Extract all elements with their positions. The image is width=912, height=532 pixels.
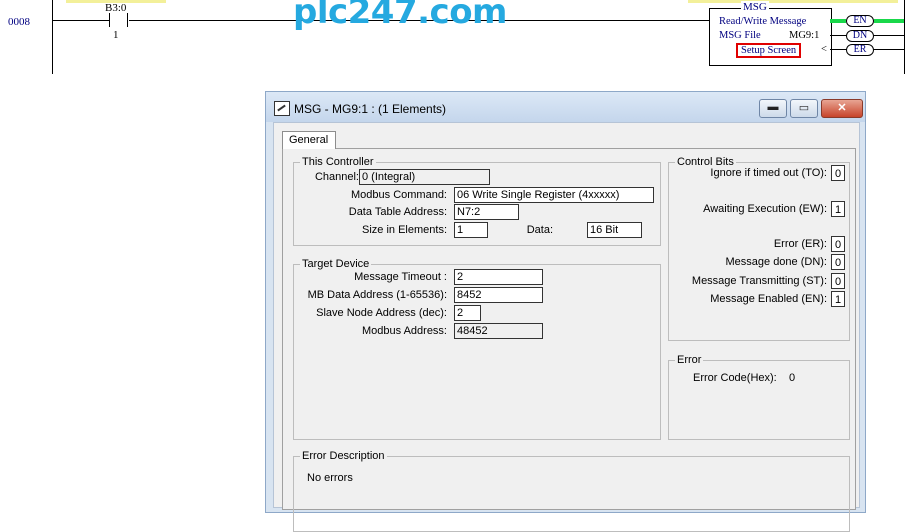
slave-node-address-input[interactable]: 2 bbox=[454, 305, 481, 321]
error-description-legend: Error Description bbox=[302, 450, 385, 462]
message-timeout-input[interactable]: 2 bbox=[454, 269, 543, 285]
size-in-elements-input[interactable]: 1 bbox=[454, 222, 488, 238]
minimize-button[interactable]: ▬ bbox=[759, 99, 787, 118]
msg-line1: Read/Write Message bbox=[719, 16, 807, 27]
error-group: Error bbox=[668, 354, 850, 440]
msg-dialog: MSG - MG9:1 : (1 Elements) ▬ ▭ ✕ This Co… bbox=[265, 91, 866, 532]
control-bit-er: 0 bbox=[831, 236, 845, 252]
watermark: plc247.com bbox=[293, 0, 507, 32]
target-device-legend: Target Device bbox=[302, 258, 370, 270]
control-bit-ew: 1 bbox=[831, 201, 845, 217]
control-bit-label-ew: Awaiting Execution (EW): bbox=[703, 203, 827, 215]
this-controller-legend: This Controller bbox=[302, 156, 374, 168]
error-legend: Error bbox=[677, 354, 702, 366]
coil-dn: DN bbox=[846, 30, 874, 42]
energized-indicator bbox=[830, 19, 846, 23]
msg-file-value: MG9:1 bbox=[789, 30, 820, 41]
msg-title: MSG bbox=[741, 1, 769, 13]
tab-general-label: General bbox=[289, 134, 329, 146]
modbus-address-field: 48452 bbox=[454, 323, 543, 339]
mb-data-address-label: MB Data Address (1-65536): bbox=[307, 289, 447, 301]
modbus-command-select[interactable]: 06 Write Single Register (4xxxxx) bbox=[454, 187, 654, 203]
ladder-rung: 0008 B3:0 1 plc247.com Read/Write Messag… bbox=[0, 0, 912, 78]
right-power-rail bbox=[904, 0, 905, 74]
tab-general[interactable]: General bbox=[282, 131, 336, 149]
minimize-icon: ▬ bbox=[767, 101, 779, 113]
wire bbox=[830, 35, 846, 36]
contact-right-bracket[interactable] bbox=[121, 13, 128, 27]
data-label: Data: bbox=[526, 224, 553, 236]
control-bit-dn: 0 bbox=[831, 254, 845, 270]
size-in-elements-label: Size in Elements: bbox=[362, 224, 447, 236]
data-size-select[interactable]: 16 Bit bbox=[587, 222, 642, 238]
setup-screen-button[interactable]: Setup Screen bbox=[736, 43, 802, 58]
data-table-address-label: Data Table Address: bbox=[348, 206, 447, 218]
wire bbox=[830, 49, 846, 50]
control-bit-label-st: Message Transmitting (ST): bbox=[691, 275, 827, 287]
error-code-value: 0 bbox=[789, 372, 796, 384]
less-than-symbol: < bbox=[821, 44, 827, 55]
rung-number: 0008 bbox=[8, 16, 30, 28]
general-tab-panel: This Controller Channel: 0 (Integral) Mo… bbox=[282, 148, 856, 532]
error-description-group: Error Description bbox=[293, 450, 850, 532]
wire bbox=[52, 20, 109, 21]
control-bit-label-er: Error (ER): bbox=[773, 238, 827, 250]
msg-line2: MSG File bbox=[719, 30, 761, 41]
control-bit-label-to: Ignore if timed out (TO): bbox=[710, 167, 827, 179]
maximize-icon: ▭ bbox=[798, 102, 810, 114]
control-bit-label-en: Message Enabled (EN): bbox=[710, 293, 827, 305]
close-button[interactable]: ✕ bbox=[821, 99, 863, 118]
msg-instruction[interactable]: Read/Write Message MSG File MG9:1 Setup … bbox=[709, 8, 832, 66]
dialog-app-icon bbox=[274, 101, 290, 116]
dialog-titlebar[interactable]: MSG - MG9:1 : (1 Elements) ▬ ▭ ✕ bbox=[266, 92, 865, 122]
wire bbox=[874, 35, 904, 36]
slave-node-address-label: Slave Node Address (dec): bbox=[316, 307, 447, 319]
contact-bit: 1 bbox=[113, 29, 119, 41]
dialog-title: MSG - MG9:1 : (1 Elements) bbox=[294, 102, 447, 116]
modbus-address-label: Modbus Address: bbox=[362, 325, 447, 337]
control-bit-st: 0 bbox=[831, 273, 845, 289]
left-power-rail bbox=[52, 0, 53, 74]
message-timeout-label: Message Timeout : bbox=[354, 271, 447, 283]
data-table-address-input[interactable]: N7:2 bbox=[454, 204, 519, 220]
contact-left-bracket[interactable] bbox=[109, 13, 116, 27]
wire bbox=[874, 49, 904, 50]
mb-data-address-input[interactable]: 8452 bbox=[454, 287, 543, 303]
error-code-label: Error Code(Hex): bbox=[693, 372, 777, 384]
control-bit-to: 0 bbox=[831, 165, 845, 181]
maximize-button[interactable]: ▭ bbox=[790, 99, 818, 118]
highlight-bar-right bbox=[688, 0, 898, 3]
control-bit-en: 1 bbox=[831, 291, 845, 307]
channel-label: Channel: bbox=[314, 171, 359, 183]
control-bit-label-dn: Message done (DN): bbox=[725, 256, 828, 268]
energized-indicator bbox=[874, 19, 904, 23]
target-device-group: Target Device bbox=[293, 258, 661, 440]
coil-er: ER bbox=[846, 44, 874, 56]
coil-en: EN bbox=[846, 15, 874, 27]
channel-field[interactable]: 0 (Integral) bbox=[359, 169, 490, 185]
close-icon: ✕ bbox=[837, 102, 847, 114]
error-description-text: No errors bbox=[307, 472, 353, 484]
dialog-client: This Controller Channel: 0 (Integral) Mo… bbox=[273, 122, 860, 532]
modbus-command-label: Modbus Command: bbox=[351, 189, 447, 201]
